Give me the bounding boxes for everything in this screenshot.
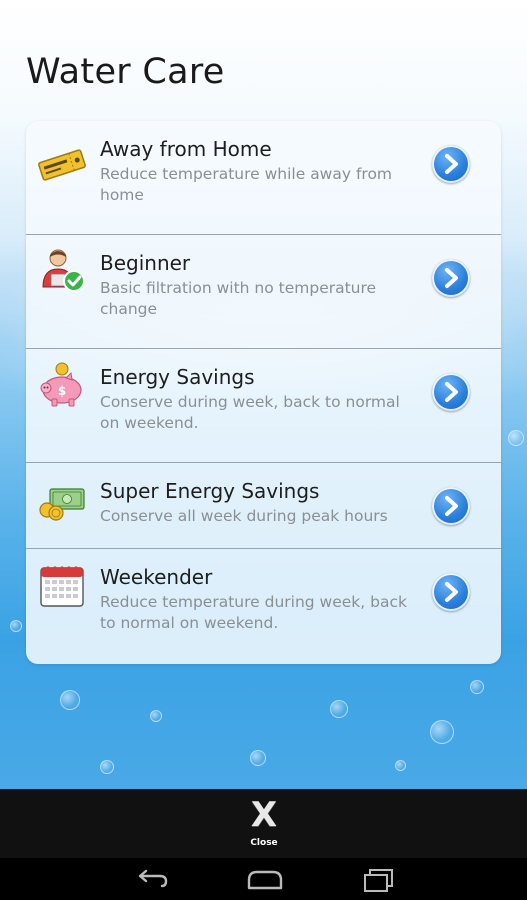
bubble-decoration [60,690,80,710]
close-button[interactable]: X Close [238,796,290,852]
water-care-screen: Water Care Away from Home Reduce tempera… [0,0,527,900]
mode-description: Basic filtration with no temperature cha… [100,279,377,318]
chevron-right-icon[interactable] [432,487,470,525]
close-label: Close [250,838,278,848]
bubble-decoration [150,710,162,722]
back-icon[interactable] [132,866,172,894]
chevron-right-icon[interactable] [432,373,470,411]
bubble-decoration [330,700,348,718]
mode-title: Super Energy Savings [100,479,320,503]
recents-icon[interactable] [358,866,398,894]
home-icon[interactable] [245,866,285,894]
piggy-bank-icon: $ [40,362,82,407]
ticket-icon [38,149,86,181]
bubble-decoration [250,750,266,766]
mode-description: Conserve during week, back to normal on … [100,393,400,432]
close-icon: X [250,795,278,835]
list-item-super-energy-savings[interactable]: Super Energy Savings Conserve all week d… [26,463,501,549]
bubble-decoration [470,680,484,694]
mode-title: Energy Savings [100,365,255,389]
mode-title: Away from Home [100,137,272,161]
page-title: Water Care [26,52,225,92]
beginner-person-check-icon [42,249,85,292]
money-coins-icon [39,488,85,521]
calendar-icon [40,566,84,607]
bubble-decoration [508,430,524,446]
water-care-mode-list: Away from Home Reduce temperature while … [26,121,501,664]
mode-title: Weekender [100,565,213,589]
list-item-weekender[interactable]: Weekender Reduce temperature during week… [26,549,501,664]
chevron-right-icon[interactable] [432,145,470,183]
mode-description: Conserve all week during peak hours [100,507,388,525]
mode-description: Reduce temperature while away from home [100,165,393,204]
bubble-decoration [100,760,114,774]
mode-title: Beginner [100,251,191,275]
bubble-decoration [430,720,454,744]
chevron-right-icon[interactable] [432,259,470,297]
chevron-right-icon[interactable] [432,573,470,611]
bubble-decoration [10,620,22,632]
list-item-energy-savings[interactable]: $ Energy Savings Conserve during week, b… [26,349,501,463]
bubble-decoration [395,760,406,771]
list-item-beginner[interactable]: Beginner Basic filtration with no temper… [26,235,501,349]
mode-description: Reduce temperature during week, back to … [100,593,407,632]
svg-text:$: $ [58,384,66,398]
list-item-away-from-home[interactable]: Away from Home Reduce temperature while … [26,121,501,235]
